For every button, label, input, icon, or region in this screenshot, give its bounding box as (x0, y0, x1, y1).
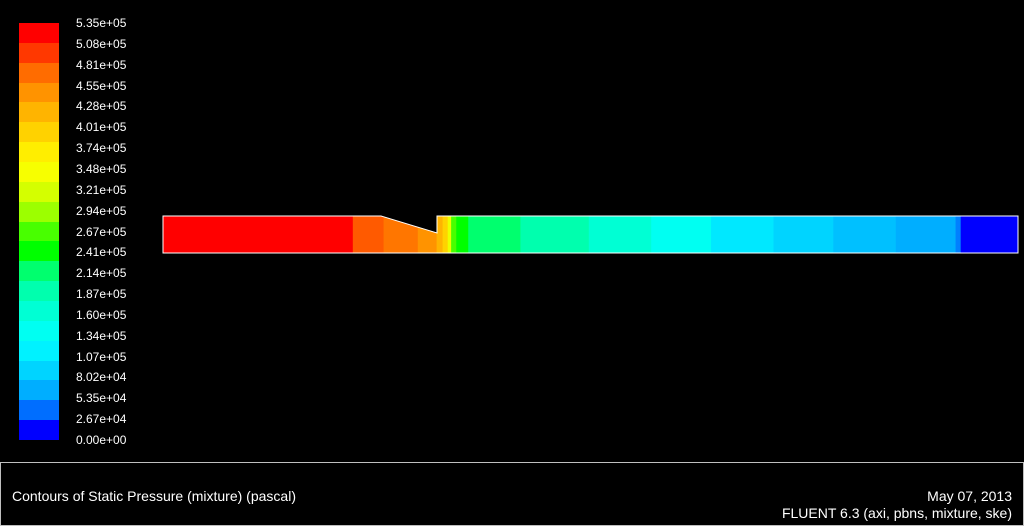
contour-band (447, 216, 452, 253)
contour-band (451, 216, 457, 253)
contour-band (833, 216, 897, 253)
contour-band (468, 216, 521, 253)
contour-band (417, 216, 438, 253)
contour-band (895, 216, 957, 253)
contour-band (520, 216, 590, 253)
pressure-contour-plot[interactable] (0, 0, 1024, 462)
plot-caption: Contours of Static Pressure (mixture) (p… (12, 488, 296, 504)
contour-band (163, 216, 354, 253)
contour-band (960, 216, 1018, 253)
contour-band (456, 216, 469, 253)
title-panel: Contours of Static Pressure (mixture) (p… (0, 462, 1024, 526)
contour-band (773, 216, 834, 253)
graphics-viewport[interactable]: 5.35e+05 5.08e+05 4.81e+05 4.55e+05 4.28e+05… (0, 0, 1024, 462)
contour-band (442, 216, 449, 253)
contour-band (711, 216, 775, 253)
solver-info: FLUENT 6.3 (axi, pbns, mixture, ske) (781, 505, 1012, 521)
contour-band (588, 216, 652, 253)
plot-date: May 07, 2013 (927, 488, 1012, 504)
contour-band (436, 216, 444, 253)
contour-band (352, 216, 385, 253)
contour-band (955, 216, 962, 253)
contour-band (651, 216, 712, 253)
